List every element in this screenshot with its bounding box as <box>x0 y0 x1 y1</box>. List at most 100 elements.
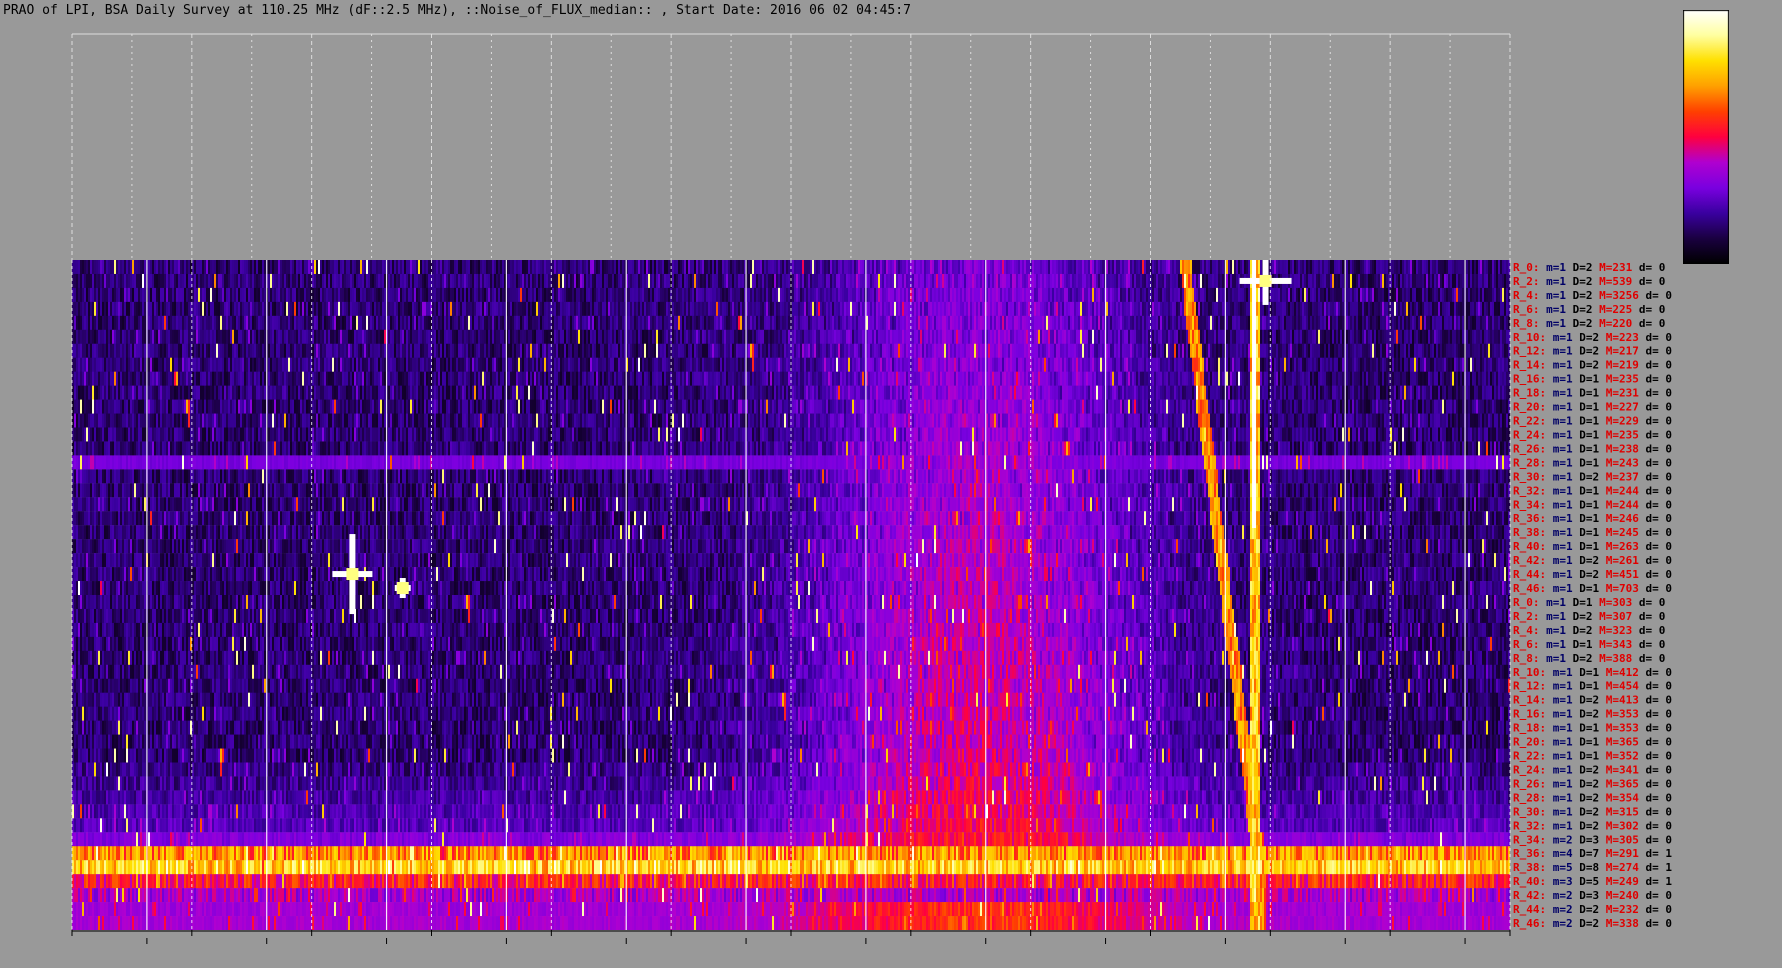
beam-stat-d: D=1 <box>1573 582 1600 595</box>
beam-stats-labels: R_0: m=1 D=2 M=231 d= 0R_2: m=1 D=2 M=53… <box>1513 261 1672 930</box>
beam-stats-row: R_2: m=1 D=2 M=307 d= 0 <box>1513 610 1665 623</box>
bottom-axes <box>71 930 1511 944</box>
beam-stats-row: R_18: m=1 D=1 M=353 d= 0 <box>1513 722 1672 735</box>
beam-stat-m: m=1 <box>1546 415 1573 428</box>
beam-stat-dv: d= 0 <box>1639 666 1672 679</box>
beam-stat-d: D=2 <box>1573 903 1600 916</box>
beam-stat-m: m=2 <box>1546 833 1573 846</box>
beam-stat-r: R_4: <box>1513 624 1540 637</box>
beam-stats-row: R_36: m=4 D=7 M=291 d= 1 <box>1513 847 1672 860</box>
beam-stat-d: D=2 <box>1566 652 1593 665</box>
beam-stat-dv: d= 1 <box>1639 847 1672 860</box>
beam-stat-M: M=353 <box>1599 722 1639 735</box>
beam-stat-d: D=7 <box>1573 847 1600 860</box>
beam-stat-m: m=1 <box>1546 694 1573 707</box>
beam-stat-d: D=1 <box>1573 736 1600 749</box>
beam-stat-m: m=1 <box>1546 777 1573 790</box>
beam-stat-M: M=413 <box>1599 694 1639 707</box>
beam-stat-r: R_34: <box>1513 498 1546 511</box>
beam-stat-M: M=451 <box>1599 568 1639 581</box>
beam-stat-m: m=1 <box>1546 512 1573 525</box>
beam-stats-row: R_28: m=1 D=2 M=354 d= 0 <box>1513 791 1672 804</box>
beam-stats-row: R_34: m=2 D=3 M=305 d= 0 <box>1513 833 1672 846</box>
beam-stat-m: m=1 <box>1546 470 1573 483</box>
beam-stat-M: M=231 <box>1593 261 1633 274</box>
beam-stat-r: R_18: <box>1513 387 1546 400</box>
beam-stat-M: M=237 <box>1599 470 1639 483</box>
beam-stat-r: R_44: <box>1513 903 1546 916</box>
beam-stat-d: D=1 <box>1573 722 1600 735</box>
beam-stat-r: R_20: <box>1513 736 1546 749</box>
beam-stat-M: M=238 <box>1599 442 1639 455</box>
beam-stat-d: D=1 <box>1573 387 1600 400</box>
beam-stat-M: M=244 <box>1599 498 1639 511</box>
beam-stat-M: M=454 <box>1599 680 1639 693</box>
beam-stat-dv: d= 0 <box>1639 917 1672 930</box>
beam-stat-M: M=412 <box>1599 666 1639 679</box>
beam-stat-r: R_38: <box>1513 526 1546 539</box>
beam-stat-M: M=703 <box>1599 582 1639 595</box>
beam-stat-r: R_8: <box>1513 652 1540 665</box>
beam-stats-row: R_26: m=1 D=2 M=365 d= 0 <box>1513 777 1672 790</box>
beam-stat-r: R_8: <box>1513 317 1540 330</box>
beam-stat-m: m=3 <box>1546 875 1573 888</box>
beam-stat-m: m=1 <box>1546 373 1573 386</box>
beam-stats-row: R_36: m=1 D=1 M=246 d= 0 <box>1513 512 1672 525</box>
beam-stat-m: m=1 <box>1546 763 1573 776</box>
beam-stat-r: R_28: <box>1513 791 1546 804</box>
beam-stat-m: m=1 <box>1546 805 1573 818</box>
beam-stat-dv: d= 0 <box>1639 819 1672 832</box>
beam-stat-dv: d= 0 <box>1639 680 1672 693</box>
beam-stats-row: R_16: m=1 D=2 M=353 d= 0 <box>1513 708 1672 721</box>
beam-stats-row: R_2: m=1 D=2 M=539 d= 0 <box>1513 275 1665 288</box>
beam-stats-row: R_12: m=1 D=2 M=217 d= 0 <box>1513 345 1672 358</box>
beam-stat-r: R_42: <box>1513 889 1546 902</box>
beam-stat-m: m=1 <box>1546 540 1573 553</box>
beam-stat-d: D=1 <box>1573 498 1600 511</box>
beam-stat-d: D=2 <box>1566 289 1593 302</box>
beam-stat-M: M=343 <box>1593 638 1633 651</box>
beam-stat-r: R_46: <box>1513 917 1546 930</box>
beam-stats-row: R_10: m=1 D=2 M=223 d= 0 <box>1513 331 1672 344</box>
beam-stats-row: R_20: m=1 D=1 M=227 d= 0 <box>1513 401 1672 414</box>
beam-stat-dv: d= 0 <box>1639 540 1672 553</box>
beam-stats-row: R_30: m=1 D=2 M=315 d= 0 <box>1513 805 1672 818</box>
beam-stat-M: M=303 <box>1593 596 1633 609</box>
beam-stat-m: m=4 <box>1546 847 1573 860</box>
beam-stat-d: D=1 <box>1573 750 1600 763</box>
beam-stat-r: R_20: <box>1513 401 1546 414</box>
beam-stat-m: m=1 <box>1540 624 1567 637</box>
beam-stats-row: R_38: m=5 D=8 M=274 d= 1 <box>1513 861 1672 874</box>
beam-stats-row: R_32: m=1 D=1 M=244 d= 0 <box>1513 484 1672 497</box>
beam-stat-M: M=341 <box>1599 763 1639 776</box>
beam-stat-m: m=1 <box>1546 708 1573 721</box>
beam-stats-row: R_28: m=1 D=1 M=243 d= 0 <box>1513 456 1672 469</box>
beam-stat-m: m=1 <box>1546 526 1573 539</box>
beam-stat-m: m=1 <box>1546 582 1573 595</box>
beam-stat-r: R_12: <box>1513 345 1546 358</box>
beam-stat-dv: d= 0 <box>1639 833 1672 846</box>
beam-stat-r: R_26: <box>1513 442 1546 455</box>
beam-stat-dv: d= 1 <box>1639 875 1672 888</box>
chart-overlay: PRAO of LPI, BSA Daily Survey at 110.25 … <box>3 3 1672 944</box>
beam-stat-r: R_42: <box>1513 554 1546 567</box>
beam-stat-dv: d= 1 <box>1639 861 1672 874</box>
beam-stat-m: m=1 <box>1540 317 1567 330</box>
beam-stat-M: M=217 <box>1599 345 1639 358</box>
beam-stat-M: M=323 <box>1593 624 1633 637</box>
beam-stat-d: D=1 <box>1566 638 1593 651</box>
beam-stat-dv: d= 0 <box>1639 526 1672 539</box>
beam-stat-dv: d= 0 <box>1639 345 1672 358</box>
beam-stat-dv: d= 0 <box>1639 708 1672 721</box>
beam-stat-m: m=1 <box>1546 456 1573 469</box>
beam-stat-d: D=2 <box>1573 694 1600 707</box>
beam-stat-dv: d= 0 <box>1639 484 1672 497</box>
beam-stat-d: D=2 <box>1566 624 1593 637</box>
beam-stat-dv: d= 0 <box>1632 652 1665 665</box>
beam-stat-M: M=305 <box>1599 833 1639 846</box>
beam-stat-dv: d= 0 <box>1639 750 1672 763</box>
beam-stat-r: R_16: <box>1513 373 1546 386</box>
beam-stat-d: D=2 <box>1573 359 1600 372</box>
beam-stat-dv: d= 0 <box>1639 331 1672 344</box>
beam-stat-dv: d= 0 <box>1639 791 1672 804</box>
